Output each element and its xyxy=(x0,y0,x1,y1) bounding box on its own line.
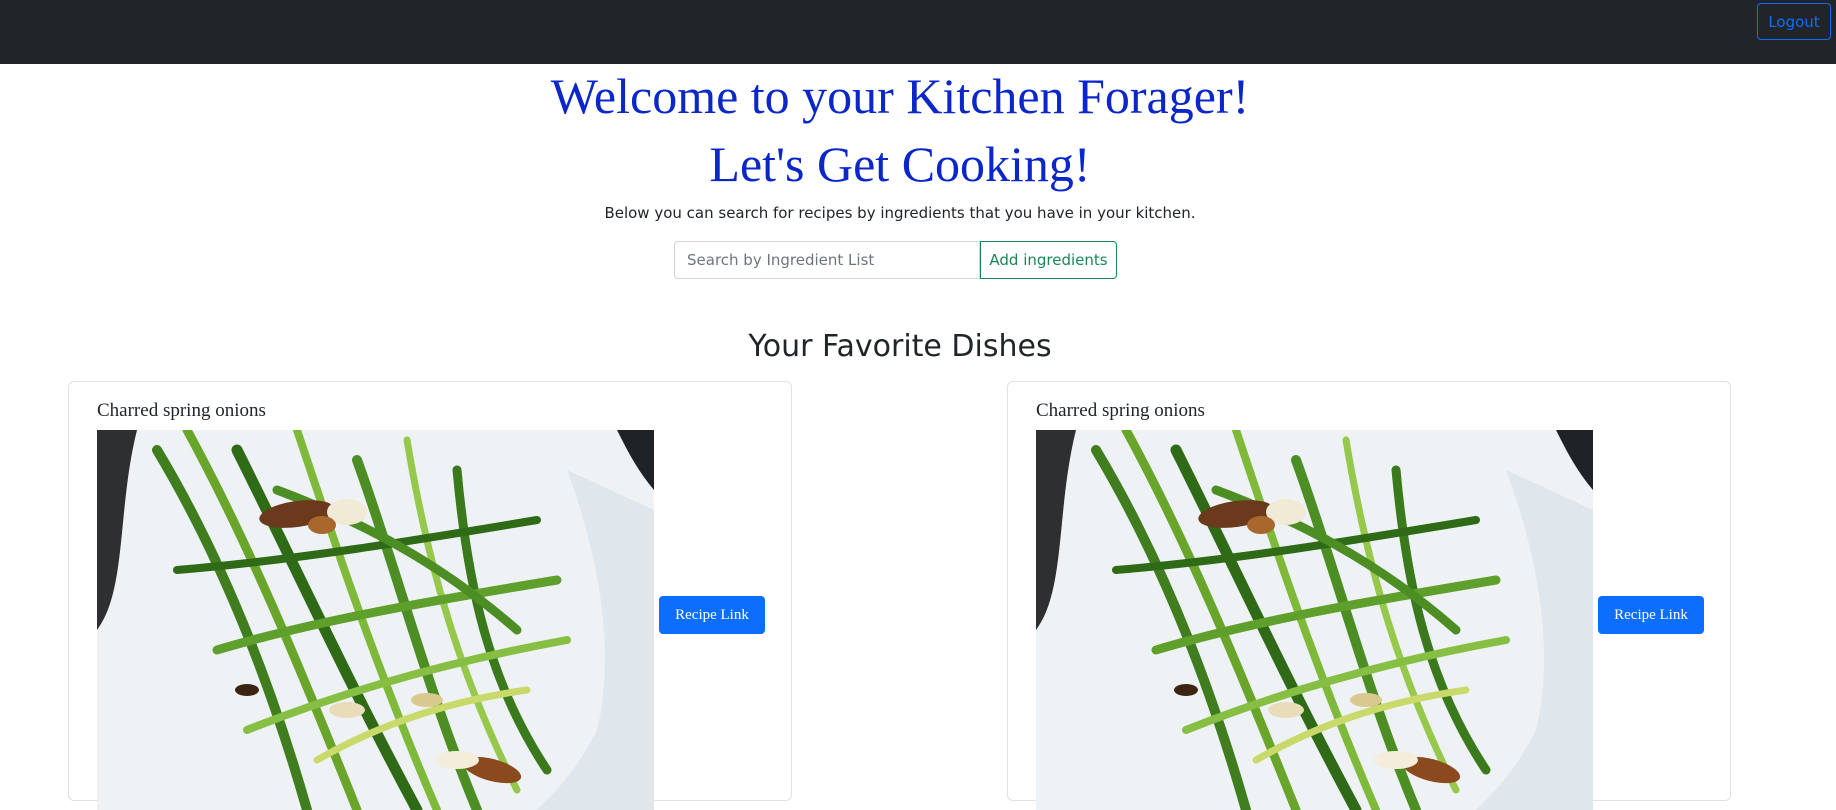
top-navbar: Logout xyxy=(0,0,1836,64)
ingredient-search-input[interactable] xyxy=(674,241,980,279)
add-ingredients-button[interactable]: Add ingredients xyxy=(980,241,1117,279)
favorite-dishes-heading: Your Favorite Dishes xyxy=(748,329,1052,364)
dish-image xyxy=(97,430,654,810)
logout-button[interactable]: Logout xyxy=(1757,3,1831,40)
recipe-link-button[interactable]: Recipe Link xyxy=(659,596,765,634)
dish-title: Charred spring onions xyxy=(97,400,266,421)
spring-onions-image xyxy=(97,430,654,810)
cooking-heading: Let's Get Cooking! xyxy=(709,136,1091,192)
favorite-dish-card: Charred spring onions Recipe Link xyxy=(1007,381,1731,810)
dish-image xyxy=(1036,430,1593,810)
favorite-dish-card: Charred spring onions Recipe Link xyxy=(68,381,792,810)
dish-title: Charred spring onions xyxy=(1036,400,1205,421)
welcome-heading: Welcome to your Kitchen Forager! xyxy=(550,68,1250,124)
search-description: Below you can search for recipes by ingr… xyxy=(604,204,1196,222)
ingredient-search-group: Add ingredients xyxy=(674,241,1117,279)
spring-onions-image xyxy=(1036,430,1593,810)
recipe-link-button[interactable]: Recipe Link xyxy=(1598,596,1704,634)
